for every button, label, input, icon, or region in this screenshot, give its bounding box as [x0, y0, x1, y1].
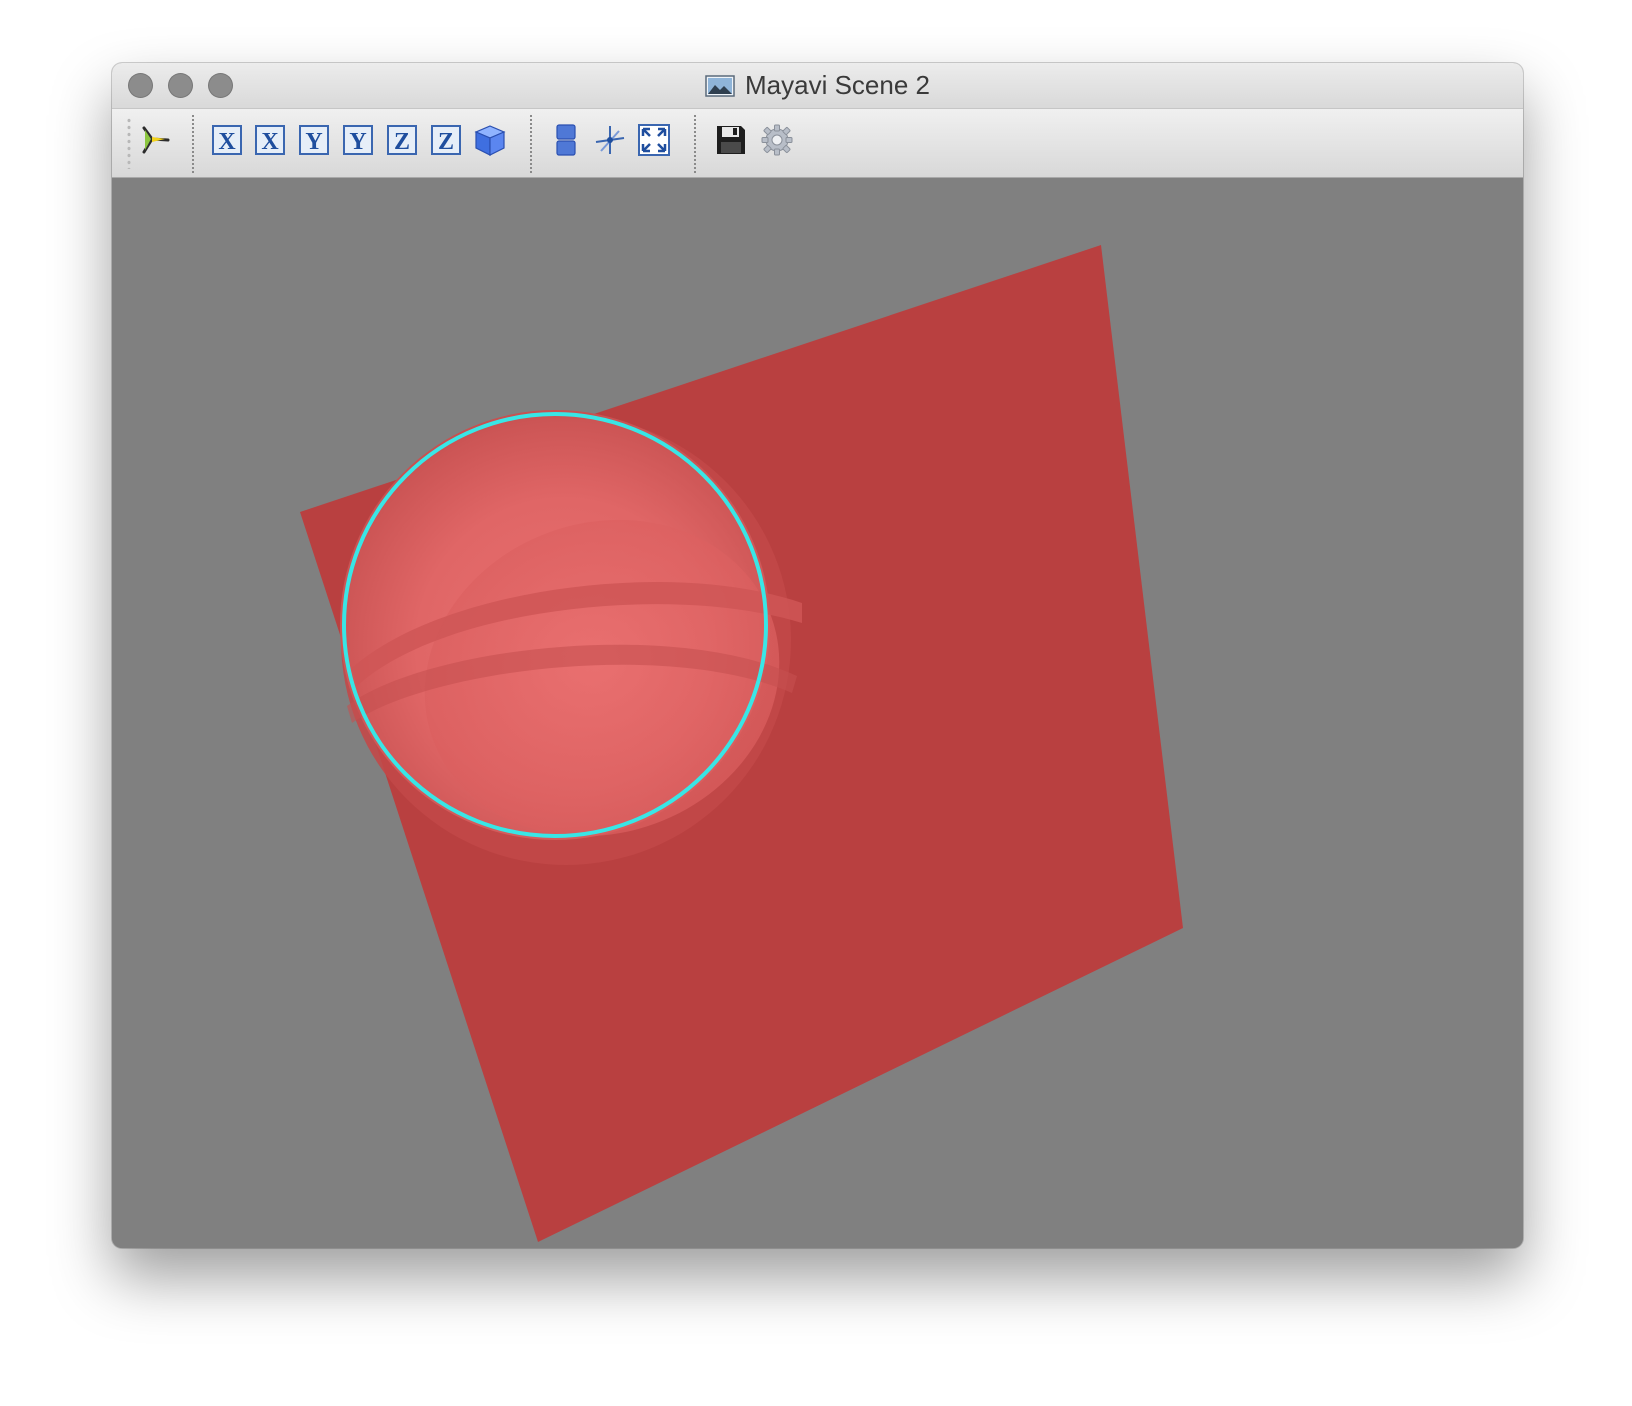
z-axis-label: Z — [394, 129, 410, 155]
scene-image-icon — [705, 74, 735, 97]
y-axis-label: Y — [349, 129, 366, 155]
isometric-view-icon[interactable] — [473, 123, 507, 157]
z-axis-label: Z — [438, 129, 454, 155]
toolbar-separator — [694, 115, 696, 173]
toolbar-grip-handle[interactable] — [126, 117, 132, 169]
view-y-axis-icon[interactable]: Y — [297, 123, 331, 157]
window-title-group: Mayavi Scene 2 — [112, 63, 1523, 108]
view-minus-y-axis-icon[interactable]: Y — [341, 123, 375, 157]
scene-render — [300, 245, 1183, 1242]
x-axis-label: X — [218, 129, 236, 155]
view-minus-z-axis-icon[interactable]: Z — [429, 123, 463, 157]
toolbar-separator — [530, 115, 532, 173]
parallel-projection-icon[interactable] — [549, 123, 583, 157]
mayavi-pipeline-icon[interactable] — [136, 123, 170, 157]
x-axis-label: X — [261, 129, 279, 155]
scene-viewport[interactable] — [112, 178, 1523, 1248]
view-minus-x-axis-icon[interactable]: X — [253, 123, 287, 157]
settings-gear-icon[interactable] — [760, 123, 794, 157]
mayavi-scene-window: Mayavi Scene 2 X X Y Y Z Z — [112, 63, 1523, 1248]
view-x-axis-icon[interactable]: X — [210, 123, 244, 157]
view-z-axis-icon[interactable]: Z — [385, 123, 419, 157]
save-icon[interactable] — [714, 123, 748, 157]
title-bar[interactable]: Mayavi Scene 2 — [112, 63, 1523, 109]
toolbar-separator — [192, 115, 194, 173]
y-axis-label: Y — [305, 129, 322, 155]
window-title: Mayavi Scene 2 — [745, 70, 930, 100]
full-screen-icon[interactable] — [637, 123, 671, 157]
toggle-axes-icon[interactable] — [593, 123, 627, 157]
scene-toolbar: X X Y Y Z Z — [112, 109, 1523, 178]
